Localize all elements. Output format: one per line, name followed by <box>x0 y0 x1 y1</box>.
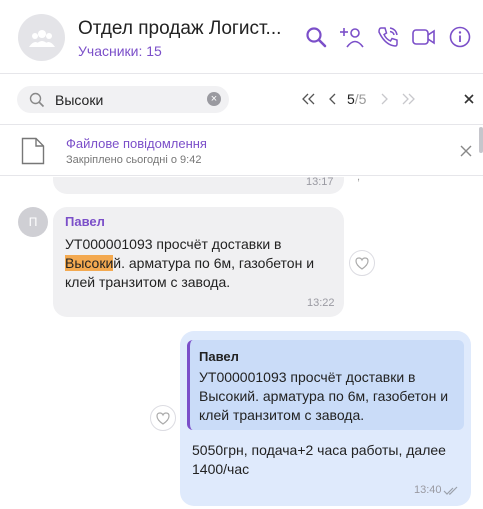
search-field[interactable]: × <box>17 86 229 113</box>
message-text-line: Высокий. арматура по 6м, газобетон и <box>65 255 315 271</box>
quoted-text-line: клей транзитом с завода. <box>199 407 365 423</box>
search-input[interactable] <box>55 90 195 110</box>
unpin-close-icon[interactable] <box>459 144 473 163</box>
message-text-line: клей транзитом с завода. <box>65 274 231 290</box>
chat-title[interactable]: Отдел продаж Логист... <box>78 18 281 40</box>
message-search-bar: × 5/5 <box>0 74 483 125</box>
message-time: 13:22 <box>307 297 335 309</box>
file-icon <box>21 137 45 165</box>
participants-count[interactable]: Учасники: 15 <box>78 43 162 59</box>
sender-name[interactable]: Павел <box>65 214 105 229</box>
info-icon[interactable] <box>448 25 472 49</box>
add-member-icon[interactable] <box>340 25 364 49</box>
message-list: 13:17 , П Павел УТ000001093 просчёт дост… <box>0 177 483 509</box>
group-icon <box>28 29 55 47</box>
last-result-icon[interactable] <box>398 89 418 109</box>
search-icon <box>29 92 45 108</box>
next-result-icon[interactable] <box>374 89 394 109</box>
close-search-icon[interactable] <box>459 89 479 109</box>
message-text-line: 5050грн, подача+2 часа работы, далее <box>192 442 446 458</box>
message-fragment: , <box>357 177 361 183</box>
quoted-sender-name: Павел <box>199 349 239 364</box>
video-call-icon[interactable] <box>412 25 436 49</box>
sender-avatar[interactable]: П <box>18 207 48 237</box>
message-text-line: УТ000001093 просчёт доставки в <box>65 236 282 252</box>
pinned-message-subtitle: Закріплено сьогодні о 9:42 <box>66 154 202 166</box>
previous-result-icon[interactable] <box>323 89 343 109</box>
like-heart-icon[interactable] <box>150 405 176 431</box>
clear-search-icon[interactable]: × <box>207 92 221 106</box>
message-text-line: 1400/час <box>192 461 250 477</box>
message-time: 13:17 <box>306 177 334 188</box>
like-heart-icon[interactable] <box>349 250 375 276</box>
avatar-letter: П <box>28 215 38 229</box>
search-icon[interactable] <box>304 25 328 49</box>
message-bubble[interactable] <box>53 177 344 194</box>
message-time: 13:40 <box>414 484 442 496</box>
scrollbar-thumb[interactable] <box>479 127 483 153</box>
voice-call-icon[interactable] <box>376 25 400 49</box>
pinned-message-title: Файлове повідомлення <box>66 136 207 151</box>
chat-header: Отдел продаж Логист... Учасники: 15 <box>0 0 483 74</box>
search-result-counter: 5/5 <box>347 91 367 107</box>
quoted-text-line: Высокий. арматура по 6м, газобетон и <box>199 388 449 404</box>
quoted-text-line: УТ000001093 просчёт доставки в <box>199 369 416 385</box>
search-highlight: Высоки <box>65 255 114 271</box>
pinned-message-bar[interactable]: Файлове повідомлення Закріплено сьогодні… <box>0 126 483 176</box>
first-result-icon[interactable] <box>299 89 319 109</box>
group-avatar[interactable] <box>18 14 65 61</box>
read-checkmarks-icon <box>443 483 459 501</box>
